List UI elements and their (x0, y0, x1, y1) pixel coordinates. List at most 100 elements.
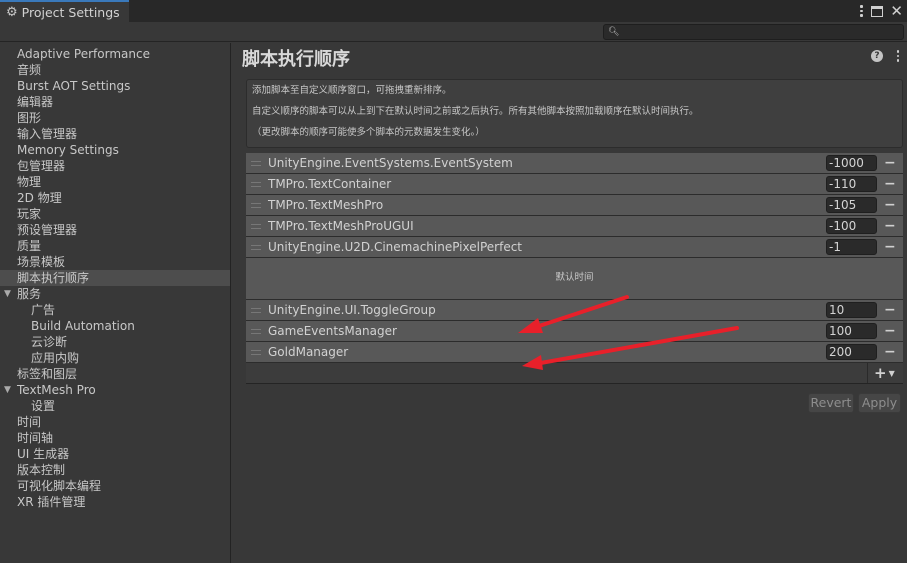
remove-script-button[interactable]: − (884, 153, 896, 173)
sidebar-item[interactable]: UI 生成器 (0, 446, 230, 462)
sidebar-item-label: Build Automation (31, 319, 135, 333)
revert-button[interactable]: Revert (808, 393, 854, 413)
sidebar-item[interactable]: 玩家 (0, 206, 230, 222)
script-order-list: UnityEngine.EventSystems.EventSystem -100… (246, 153, 903, 384)
sidebar-item[interactable]: 可视化脚本编程 (0, 478, 230, 494)
drag-handle-icon[interactable] (251, 308, 261, 313)
sidebar-item[interactable]: 脚本执行顺序 (0, 270, 230, 286)
window-menu-icon[interactable] (858, 5, 864, 17)
sidebar-item[interactable]: 输入管理器 (0, 126, 230, 142)
sidebar-item[interactable]: 场景模板 (0, 254, 230, 270)
sidebar-item-label: 设置 (31, 399, 56, 413)
sidebar-item[interactable]: ▼ TextMesh Pro (0, 382, 230, 398)
expand-arrow-icon[interactable]: ▼ (4, 286, 11, 302)
remove-script-button[interactable]: − (884, 216, 896, 236)
sidebar-item-label: 标签和图层 (17, 367, 78, 381)
script-name: TMPro.TextMeshPro (268, 198, 384, 212)
sidebar-item-label: 质量 (17, 239, 42, 253)
sidebar-item-label: Memory Settings (17, 143, 119, 157)
sidebar-item-label: 输入管理器 (17, 127, 78, 141)
remove-script-button[interactable]: − (884, 300, 896, 320)
sidebar-item-label: 服务 (17, 287, 42, 301)
script-row[interactable]: UnityEngine.EventSystems.EventSystem -100… (246, 153, 903, 174)
script-row[interactable]: GameEventsManager 100− (246, 321, 903, 342)
execution-order-field[interactable]: -1000 (826, 155, 877, 171)
remove-script-button[interactable]: − (884, 174, 896, 194)
sidebar-item[interactable]: 广告 (0, 302, 230, 318)
panel-menu-icon[interactable] (895, 50, 901, 62)
drag-handle-icon[interactable] (251, 224, 261, 229)
execution-order-field[interactable]: -105 (826, 197, 877, 213)
sidebar-item-label: 场景模板 (17, 255, 66, 269)
sidebar-item-label: 版本控制 (17, 463, 66, 477)
sidebar-item[interactable]: 版本控制 (0, 462, 230, 478)
sidebar-item[interactable]: 设置 (0, 398, 230, 414)
drag-handle-icon[interactable] (251, 161, 261, 166)
drag-handle-icon[interactable] (251, 203, 261, 208)
add-script-button[interactable]: + ▼ (867, 363, 903, 383)
sidebar-item[interactable]: Burst AOT Settings (0, 78, 230, 94)
remove-script-button[interactable]: − (884, 321, 896, 341)
tab-project-settings[interactable]: ⚙ Project Settings (0, 0, 129, 22)
sidebar-item-label: 包管理器 (17, 159, 66, 173)
sidebar-item[interactable]: Memory Settings (0, 142, 230, 158)
sidebar-item-label: 玩家 (17, 207, 42, 221)
script-name: UnityEngine.U2D.CinemachinePixelPerfect (268, 240, 523, 254)
sidebar-item[interactable]: 标签和图层 (0, 366, 230, 382)
execution-order-field[interactable]: 100 (826, 323, 877, 339)
apply-button[interactable]: Apply (858, 393, 901, 413)
script-name: UnityEngine.UI.ToggleGroup (268, 303, 436, 317)
sidebar-item-label: 时间轴 (17, 431, 54, 445)
sidebar-item-label: UI 生成器 (17, 447, 70, 461)
sidebar-item[interactable]: 时间 (0, 414, 230, 430)
execution-order-field[interactable]: -100 (826, 218, 877, 234)
script-name: TMPro.TextContainer (268, 177, 392, 191)
sidebar-item[interactable]: 音频 (0, 62, 230, 78)
maximize-icon[interactable] (871, 5, 884, 17)
sidebar-item-label: 图形 (17, 111, 42, 125)
expand-arrow-icon[interactable]: ▼ (4, 382, 11, 398)
sidebar-item[interactable]: 云诊断 (0, 334, 230, 350)
execution-order-field[interactable]: -1 (826, 239, 877, 255)
script-row[interactable]: TMPro.TextMeshProUGUI -100− (246, 216, 903, 237)
sidebar-item[interactable]: 包管理器 (0, 158, 230, 174)
sidebar-item[interactable]: 预设管理器 (0, 222, 230, 238)
sidebar-item[interactable]: 编辑器 (0, 94, 230, 110)
page-title: 脚本执行顺序 (242, 49, 350, 70)
sidebar-item[interactable]: Build Automation (0, 318, 230, 334)
sidebar-item-label: 脚本执行顺序 (17, 271, 90, 285)
drag-handle-icon[interactable] (251, 182, 261, 187)
sidebar-item[interactable]: XR 插件管理 (0, 494, 230, 510)
script-row[interactable]: GoldManager 200− (246, 342, 903, 363)
remove-script-button[interactable]: − (884, 342, 896, 362)
execution-order-field[interactable]: 10 (826, 302, 877, 318)
sidebar-item-label: 时间 (17, 415, 42, 429)
info-line: （更改脚本的顺序可能使多个脚本的元数据发生变化。） (252, 127, 485, 138)
script-row[interactable]: UnityEngine.U2D.CinemachinePixelPerfect -… (246, 237, 903, 258)
sidebar-item[interactable]: 2D 物理 (0, 190, 230, 206)
search-input[interactable]: 🔍︎ (603, 24, 904, 40)
remove-script-button[interactable]: − (884, 195, 896, 215)
script-row[interactable]: TMPro.TextMeshPro -105− (246, 195, 903, 216)
drag-handle-icon[interactable] (251, 329, 261, 334)
toolbar: 🔍︎ (0, 22, 907, 42)
drag-handle-icon[interactable] (251, 350, 261, 355)
list-footer: + ▼ (246, 363, 903, 384)
sidebar-item[interactable]: 图形 (0, 110, 230, 126)
sidebar-item[interactable]: Adaptive Performance (0, 46, 230, 62)
sidebar-item[interactable]: 应用内购 (0, 350, 230, 366)
execution-order-field[interactable]: -110 (826, 176, 877, 192)
execution-order-field[interactable]: 200 (826, 344, 877, 360)
remove-script-button[interactable]: − (884, 237, 896, 257)
title-bar: ⚙ Project Settings ✕ (0, 0, 907, 22)
sidebar-item[interactable]: ▼ 服务 (0, 286, 230, 302)
help-icon[interactable]: ? (871, 50, 883, 62)
script-row[interactable]: UnityEngine.UI.ToggleGroup 10− (246, 300, 903, 321)
script-row[interactable]: TMPro.TextContainer -110− (246, 174, 903, 195)
sidebar-item[interactable]: 质量 (0, 238, 230, 254)
sidebar-item[interactable]: 时间轴 (0, 430, 230, 446)
sidebar-item[interactable]: 物理 (0, 174, 230, 190)
drag-handle-icon[interactable] (251, 245, 261, 250)
close-icon[interactable]: ✕ (890, 3, 903, 19)
sidebar-item-label: 应用内购 (31, 351, 80, 365)
